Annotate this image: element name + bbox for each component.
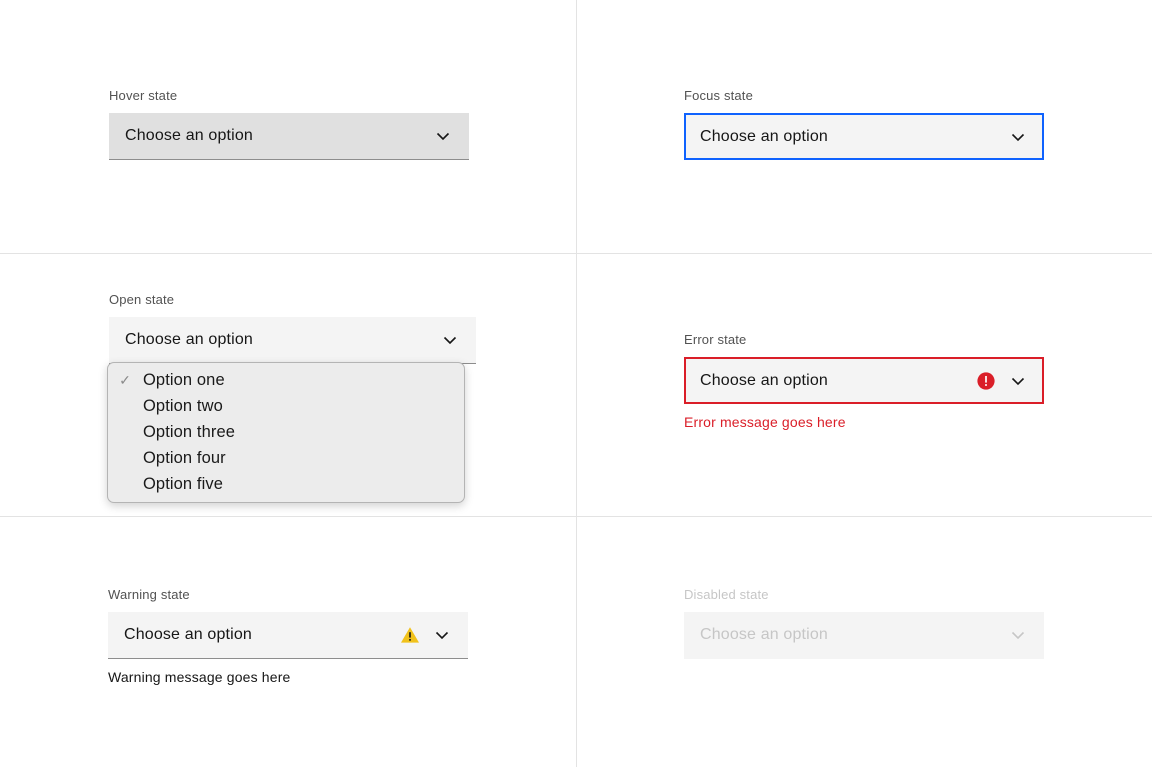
select-disabled-value: Choose an option [700,626,828,643]
select-open-label: Open state [109,292,175,307]
warning-message: Warning message goes here [108,669,291,685]
list-item-label: Option three [143,422,236,441]
warning-filled-icon [401,627,419,643]
cell-focus-state: Focus state Choose an option [576,0,1152,253]
select-hover-label: Hover state [109,88,178,103]
select-warning-label: Warning state [108,587,190,602]
error-message: Error message goes here [684,414,846,430]
list-item[interactable]: Option five [108,471,464,497]
select-disabled-wrapper: Disabled state Choose an option [684,587,1044,659]
select-error-label: Error state [684,332,747,347]
select-disabled-label: Disabled state [684,587,769,602]
select-open-wrapper: Open state Choose an option ✓ Option one… [107,292,476,503]
list-item[interactable]: Option four [108,445,464,471]
select-warning-wrapper: Warning state Choose an option Warning m… [108,587,468,686]
check-icon: ✓ [119,372,131,388]
cell-error-state: Error state Choose an option Error messa… [576,253,1152,516]
select-hover-value: Choose an option [125,127,253,144]
chevron-down-icon [1011,631,1025,640]
chevron-down-icon[interactable] [433,126,453,146]
cell-disabled-state: Disabled state Choose an option [576,516,1152,767]
select-hover-wrapper: Hover state Choose an option [109,88,469,160]
cell-open-state: Open state Choose an option ✓ Option one… [0,253,576,516]
select-focus-value: Choose an option [700,127,828,145]
list-item[interactable]: Option two [108,393,464,419]
dropdown-menu[interactable]: ✓ Option one Option two Option three Opt… [107,362,465,503]
list-item-label: Option five [143,474,223,493]
list-item-label: Option four [143,448,226,467]
select-hover[interactable]: Choose an option [109,113,469,160]
list-item-label: Option two [143,396,223,415]
chevron-down-icon[interactable] [432,625,452,645]
select-error-wrapper: Error state Choose an option Error messa… [684,332,1044,431]
error-filled-icon [977,371,995,390]
select-error-value: Choose an option [700,371,828,389]
select-disabled: Choose an option [684,612,1044,659]
select-focus-wrapper: Focus state Choose an option [684,88,1044,160]
chevron-down-icon[interactable] [440,330,460,350]
chevron-down-icon[interactable] [1008,371,1028,391]
list-item[interactable]: ✓ Option one [108,367,464,393]
select-focus-label: Focus state [684,88,753,103]
chevron-down-icon[interactable] [1008,127,1028,147]
select-warning-value: Choose an option [124,626,252,643]
select-open-value: Choose an option [125,331,253,348]
cell-warning-state: Warning state Choose an option Warning m… [0,516,576,767]
list-item-label: Option one [143,370,225,389]
select-error[interactable]: Choose an option [684,357,1044,404]
list-item[interactable]: Option three [108,419,464,445]
select-warning[interactable]: Choose an option [108,612,468,659]
select-focus[interactable]: Choose an option [684,113,1044,160]
cell-hover-state: Hover state Choose an option [0,0,576,253]
select-open[interactable]: Choose an option ✓ Option one Option two… [107,317,476,503]
